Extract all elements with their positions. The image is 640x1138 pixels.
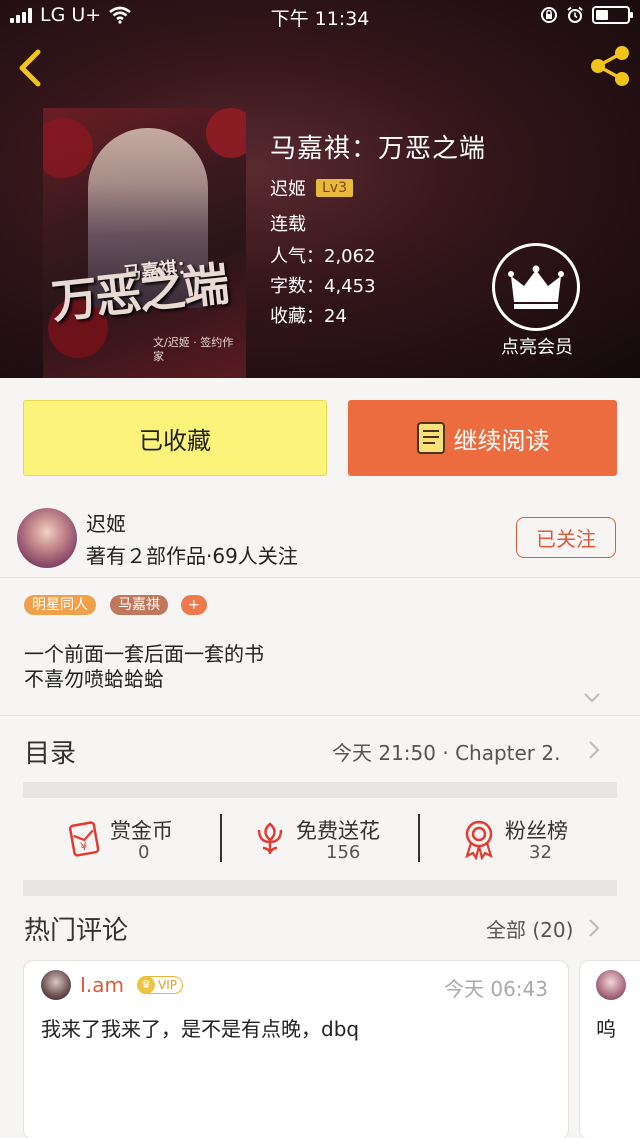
section-band	[23, 880, 617, 896]
follow-button[interactable]: 已关注	[516, 517, 616, 558]
chevron-right-icon	[589, 919, 600, 937]
chevron-right-icon	[589, 741, 600, 759]
book-cover[interactable]: 马嘉祺： 万恶之端 文/迟姬 · 签约作家	[43, 108, 246, 378]
commenter-avatar[interactable]	[596, 970, 626, 1000]
fan-ranking-button[interactable]: 粉丝榜 32	[460, 812, 600, 872]
vip-badge: ♛ VIP	[137, 976, 183, 994]
reward-coins-value: 0	[138, 842, 150, 863]
author-name[interactable]: 迟姬	[270, 175, 306, 201]
alarm-icon	[567, 6, 583, 23]
tag-character[interactable]: 马嘉祺	[110, 595, 168, 615]
divider	[0, 715, 640, 716]
status-bar: LG U+ 下午 11:34	[0, 0, 640, 32]
comment-card[interactable]: 呜	[579, 960, 640, 1138]
vip-label: 点亮会员	[501, 337, 573, 358]
divider	[0, 577, 640, 578]
crown-icon: ♛	[137, 976, 155, 994]
free-flowers-value: 156	[326, 842, 361, 863]
book-popularity: 人气：2,062	[270, 246, 376, 267]
red-envelope-icon: ¥	[68, 821, 100, 857]
stat-separator	[220, 814, 222, 862]
reward-coins-label: 赏金币	[110, 819, 173, 843]
collected-label: 已收藏	[139, 426, 211, 455]
stat-separator	[418, 814, 420, 862]
reward-coins-button[interactable]: ¥ 赏金币 0	[64, 812, 204, 872]
continue-reading-button[interactable]: 继续阅读	[348, 400, 617, 476]
toc-title[interactable]: 目录	[24, 733, 76, 770]
vip-membership-button[interactable]	[492, 243, 580, 331]
fan-ranking-value: 32	[529, 842, 552, 863]
comment-card[interactable]: I.am ♛ VIP 今天 06:43 我来了我来了，是不是有点晚，dbq	[23, 960, 569, 1138]
author-row: 迟姬 Lv3	[270, 175, 353, 201]
follow-label: 已关注	[536, 527, 596, 551]
rotation-lock-icon	[541, 7, 557, 23]
author-info-stats: 著有２部作品·69人关注	[86, 544, 298, 568]
comment-text: 呜	[596, 1017, 616, 1041]
cover-credit: 文/迟姬 · 签约作家	[153, 336, 234, 363]
book-icon	[416, 422, 445, 454]
expand-description-icon[interactable]	[583, 692, 601, 704]
continue-reading-label: 继续阅读	[453, 426, 550, 455]
collected-button[interactable]: 已收藏	[23, 400, 327, 476]
author-avatar[interactable]	[17, 508, 77, 568]
share-button[interactable]	[588, 44, 632, 88]
back-button[interactable]	[12, 46, 48, 90]
commenter-name[interactable]: I.am	[80, 973, 124, 997]
free-flowers-label: 免费送花	[296, 819, 380, 843]
free-flowers-button[interactable]: 免费送花 156	[251, 812, 401, 872]
hot-comments-title: 热门评论	[24, 916, 129, 946]
cover-decoration	[206, 108, 246, 158]
battery-icon	[592, 6, 633, 24]
level-badge: Lv3	[316, 179, 353, 197]
flower-icon	[257, 822, 283, 854]
toc-latest-chapter[interactable]: 今天 21:50 · Chapter 2.	[332, 737, 560, 766]
cover-title: 万恶之端	[49, 256, 230, 329]
author-info-name[interactable]: 迟姬	[86, 508, 126, 537]
crown-icon	[508, 265, 564, 309]
book-word-count: 字数：4,453	[270, 276, 376, 297]
share-icon	[591, 46, 629, 86]
comment-time: 今天 06:43	[444, 977, 548, 1001]
cover-decoration	[43, 118, 93, 178]
fan-ranking-label: 粉丝榜	[505, 819, 568, 843]
book-title: 马嘉祺：万恶之端	[270, 134, 487, 164]
book-header: LG U+ 下午 11:34 马嘉祺： 万恶之端 文/迟姬 · 签约作家 马嘉祺…	[0, 0, 640, 378]
medal-icon	[465, 820, 493, 860]
all-comments-link[interactable]: 全部 (20)	[486, 914, 573, 943]
commenter-avatar[interactable]	[41, 970, 71, 1000]
add-tag-button[interactable]: +	[181, 595, 207, 615]
chevron-left-icon	[19, 49, 41, 87]
description-line: 不喜勿喷蛤蛤蛤	[24, 667, 164, 691]
svg-text:¥: ¥	[79, 840, 88, 854]
section-band	[23, 782, 617, 798]
vip-badge-label: VIP	[158, 978, 177, 992]
tag-category[interactable]: 明星同人	[24, 595, 96, 615]
book-status: 连载	[270, 214, 306, 235]
comment-text: 我来了我来了，是不是有点晚，dbq	[41, 1017, 360, 1041]
book-favorites: 收藏：24	[270, 306, 347, 327]
